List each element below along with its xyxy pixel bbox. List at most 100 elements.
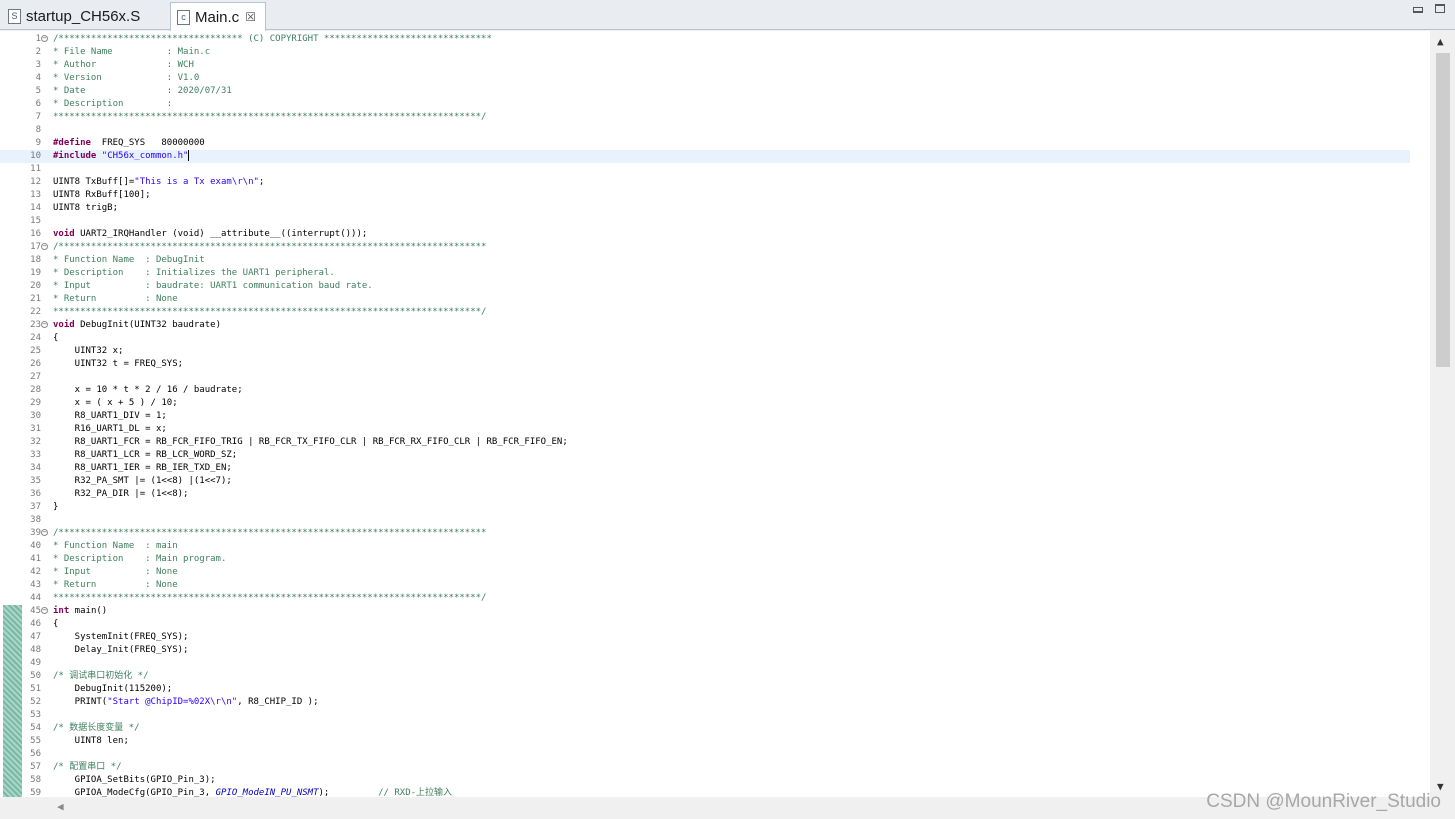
code-line[interactable]: 3 * Author : WCH (0, 59, 1410, 72)
line-number: 37 (30, 502, 41, 512)
code-text: * Version : V1.0 (53, 72, 199, 85)
code-line[interactable]: 52 PRINT("Start @ChipID=%02X\r\n", R8_CH… (0, 696, 1410, 709)
code-line[interactable]: 32 R8_UART1_FCR = RB_FCR_FIFO_TRIG | RB_… (0, 436, 1410, 449)
code-text: * Input : None (53, 566, 178, 579)
fold-toggle-icon[interactable]: − (41, 243, 48, 250)
code-text: x = 10 * t * 2 / 16 / baudrate; (53, 384, 243, 397)
code-line[interactable]: 16 void UART2_IRQHandler (void) __attribu… (0, 228, 1410, 241)
code-line[interactable]: 41 * Description : Main program. (0, 553, 1410, 566)
code-line[interactable]: 55 UINT8 len; (0, 735, 1410, 748)
code-token: R8_UART1_IER = RB_IER_TXD_EN; (53, 463, 232, 473)
line-number: 32 (30, 437, 41, 447)
code-line[interactable]: 12 UINT8 TxBuff[]="This is a Tx exam\r\n"… (0, 176, 1410, 189)
code-line[interactable]: 54 /* 数据长度变量 */ (0, 722, 1410, 735)
code-text: * File Name : Main.c (53, 46, 210, 59)
code-line[interactable]: 57 /* 配置串口 */ (0, 761, 1410, 774)
code-line[interactable]: 46 { (0, 618, 1410, 631)
code-line[interactable]: 11 (0, 163, 1410, 176)
scroll-up-icon[interactable]: ▲ (1437, 35, 1444, 48)
code-line[interactable]: 51 DebugInit(115200); (0, 683, 1410, 696)
line-number: 5 (35, 86, 41, 96)
code-line[interactable]: 4 * Version : V1.0 (0, 72, 1410, 85)
code-line[interactable]: 35 R32_PA_SMT |= (1<<8) |(1<<7); (0, 475, 1410, 488)
line-number: 13 (30, 190, 41, 200)
code-line[interactable]: 26 UINT32 t = FREQ_SYS; (0, 358, 1410, 371)
code-line[interactable]: 28 x = 10 * t * 2 / 16 / baudrate; (0, 384, 1410, 397)
code-line[interactable]: 13 UINT8 RxBuff[100]; (0, 189, 1410, 202)
line-number: 38 (30, 515, 41, 525)
code-line[interactable]: 56 (0, 748, 1410, 761)
code-line[interactable]: 6 * Description : (0, 98, 1410, 111)
fold-toggle-icon[interactable]: − (41, 35, 48, 42)
code-line[interactable]: 44 **************************************… (0, 592, 1410, 605)
code-line[interactable]: 48 Delay_Init(FREQ_SYS); (0, 644, 1410, 657)
code-line[interactable]: 43 * Return : None (0, 579, 1410, 592)
code-line[interactable]: 10 #include "CH56x_common.h" (0, 150, 1410, 163)
line-number: 3 (35, 60, 41, 70)
code-line[interactable]: 59 GPIOA_ModeCfg(GPIO_Pin_3, GPIO_ModeIN… (0, 787, 1410, 797)
code-text: int main() (53, 605, 107, 618)
code-line[interactable]: 8 (0, 124, 1410, 137)
code-line[interactable]: 58 GPIOA_SetBits(GPIO_Pin_3); (0, 774, 1410, 787)
code-line[interactable]: 33 R8_UART1_LCR = RB_LCR_WORD_SZ; (0, 449, 1410, 462)
code-line[interactable]: 20 * Input : baudrate: UART1 communicatio… (0, 280, 1410, 293)
code-text: R8_UART1_FCR = RB_FCR_FIFO_TRIG | RB_FCR… (53, 436, 568, 449)
code-line[interactable]: 45− int main() (0, 605, 1410, 618)
code-token: R16_UART1_DL = x; (53, 424, 167, 434)
code-line[interactable]: 19 * Description : Initializes the UART1 … (0, 267, 1410, 280)
minimize-icon[interactable] (1413, 7, 1423, 13)
code-text: * Description : Initializes the UART1 pe… (53, 267, 335, 280)
code-line[interactable]: 1−/********************************** (C… (0, 33, 1410, 46)
code-line[interactable]: 27 (0, 371, 1410, 384)
scroll-thumb[interactable] (1436, 53, 1450, 367)
code-line[interactable]: 39−/************************************… (0, 527, 1410, 540)
code-line[interactable]: 29 x = ( x + 5 ) / 10; (0, 397, 1410, 410)
code-line[interactable]: 15 (0, 215, 1410, 228)
code-line[interactable]: 34 R8_UART1_IER = RB_IER_TXD_EN; (0, 462, 1410, 475)
code-token: DebugInit(UINT32 baudrate) (74, 320, 221, 330)
code-line[interactable]: 37} (0, 501, 1410, 514)
code-line[interactable]: 36 R32_PA_DIR |= (1<<8); (0, 488, 1410, 501)
vertical-scrollbar[interactable]: ▲ ▼ (1430, 31, 1455, 797)
code-line[interactable]: 53 (0, 709, 1410, 722)
line-number: 48 (30, 645, 41, 655)
code-line[interactable]: 17−/************************************… (0, 241, 1410, 254)
fold-toggle-icon[interactable]: − (41, 607, 48, 614)
code-line[interactable]: 40 * Function Name : main (0, 540, 1410, 553)
scroll-left-icon[interactable]: ◀ (57, 800, 64, 813)
code-line[interactable]: 47 SystemInit(FREQ_SYS); (0, 631, 1410, 644)
code-line[interactable]: 9 #define FREQ_SYS 80000000 (0, 137, 1410, 150)
code-line[interactable]: 14 UINT8 trigB; (0, 202, 1410, 215)
code-text: * Author : WCH (53, 59, 194, 72)
fold-toggle-icon[interactable]: − (41, 529, 48, 536)
code-line[interactable]: 24 { (0, 332, 1410, 345)
code-line[interactable]: 2 * File Name : Main.c (0, 46, 1410, 59)
maximize-icon[interactable] (1435, 4, 1445, 13)
tab-startup-file[interactable]: S startup_CH56x.S (2, 2, 168, 30)
code-line[interactable]: 18 * Function Name : DebugInit (0, 254, 1410, 267)
code-editor[interactable]: 1−/********************************** (C… (0, 31, 1455, 797)
fold-toggle-icon[interactable]: − (41, 321, 48, 328)
line-number: 50 (30, 671, 41, 681)
code-line[interactable]: 25 UINT32 x; (0, 345, 1410, 358)
code-line[interactable]: 38 (0, 514, 1410, 527)
code-line[interactable]: 5 * Date : 2020/07/31 (0, 85, 1410, 98)
code-line[interactable]: 42 * Input : None (0, 566, 1410, 579)
code-token: UINT32 x; (53, 346, 124, 356)
code-line[interactable]: 31 R16_UART1_DL = x; (0, 423, 1410, 436)
code-line[interactable]: 49 (0, 657, 1410, 670)
code-token: "Start @ChipID=%02X\r\n" (107, 697, 238, 707)
code-line[interactable]: 50 /* 调试串口初始化 */ (0, 670, 1410, 683)
tab-main-c[interactable]: c Main.c ☒ (170, 2, 266, 31)
close-icon[interactable]: ☒ (245, 10, 256, 24)
code-line[interactable]: 30 R8_UART1_DIV = 1; (0, 410, 1410, 423)
code-text: GPIOA_SetBits(GPIO_Pin_3); (53, 774, 216, 787)
code-line[interactable]: 7 ***************************************… (0, 111, 1410, 124)
line-number: 7 (35, 112, 41, 122)
code-line[interactable]: 23− void DebugInit(UINT32 baudrate) (0, 319, 1410, 332)
code-line[interactable]: 22 **************************************… (0, 306, 1410, 319)
tab-label: startup_CH56x.S (26, 7, 141, 25)
code-token: PRINT( (53, 697, 108, 707)
code-line[interactable]: 21 * Return : None (0, 293, 1410, 306)
code-token: UINT8 len; (53, 736, 129, 746)
